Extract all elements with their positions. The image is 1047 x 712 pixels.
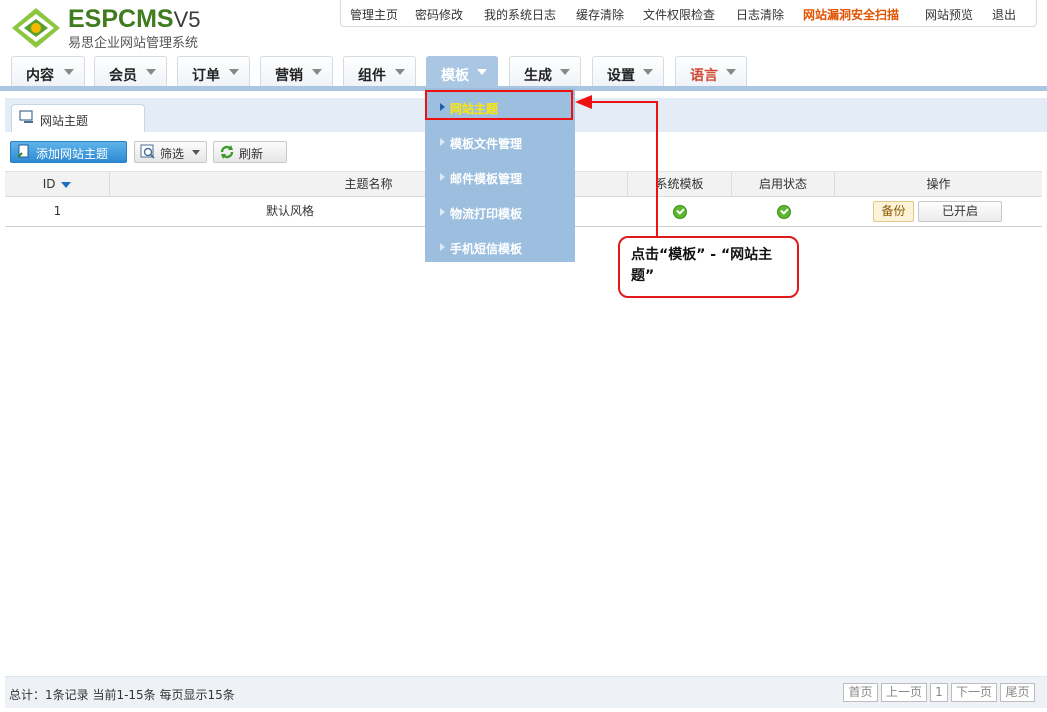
menu-templates[interactable]: 模板 bbox=[426, 56, 498, 88]
first-page-button[interactable]: 首页 bbox=[843, 683, 878, 702]
tab-label: 网站主题 bbox=[40, 114, 89, 128]
topnav-my-log[interactable]: 我的系统日志 bbox=[484, 6, 556, 23]
refresh-icon bbox=[220, 145, 234, 159]
caret-right-icon bbox=[440, 208, 445, 216]
column-actions-label: 操作 bbox=[926, 177, 951, 191]
logo-wordmark: ESPCMSV5 bbox=[68, 5, 201, 33]
check-circle-icon bbox=[776, 204, 791, 219]
menu-members[interactable]: 会员 bbox=[94, 56, 167, 88]
menu-label: 生成 bbox=[524, 68, 552, 84]
filter-label: 筛选 bbox=[160, 147, 185, 161]
dropdown-item-shipping-print[interactable]: 物流打印模板 bbox=[425, 195, 575, 230]
filter-button[interactable]: 筛选 bbox=[134, 141, 207, 163]
menu-label: 设置 bbox=[607, 68, 635, 84]
menu-marketing[interactable]: 营销 bbox=[260, 56, 333, 88]
column-enabled-status-label: 启用状态 bbox=[758, 177, 807, 191]
menu-components[interactable]: 组件 bbox=[343, 56, 416, 88]
dropdown-item-mail-templates[interactable]: 邮件模板管理 bbox=[425, 160, 575, 195]
dropdown-item-sms-templates[interactable]: 手机短信模板 bbox=[425, 230, 575, 265]
menu-label: 语言 bbox=[690, 68, 718, 84]
add-document-icon bbox=[17, 144, 29, 158]
logo-emblem-icon bbox=[12, 8, 60, 48]
menu-label: 营销 bbox=[275, 68, 303, 84]
menu-content[interactable]: 内容 bbox=[11, 56, 85, 88]
check-circle-icon bbox=[673, 204, 687, 219]
column-enabled-status: 启用状态 bbox=[732, 172, 835, 197]
column-system-template: 系统模板 bbox=[628, 172, 732, 197]
dropdown-item-label: 物流打印模板 bbox=[450, 207, 523, 221]
caret-right-icon bbox=[440, 173, 445, 181]
add-theme-label: 添加网站主题 bbox=[36, 147, 109, 161]
menu-orders[interactable]: 订单 bbox=[177, 56, 250, 88]
logo-subtitle: 易思企业网站管理系统 bbox=[68, 36, 199, 51]
topnav-site-preview[interactable]: 网站预览 bbox=[925, 6, 973, 23]
menu-label: 内容 bbox=[26, 68, 54, 84]
column-theme-name-label: 主题名称 bbox=[344, 177, 393, 191]
logo: ESPCMSV5 易思企业网站管理系统 bbox=[10, 4, 230, 51]
sort-down-icon bbox=[61, 181, 72, 188]
chevron-down-icon bbox=[146, 69, 156, 75]
menu-generate[interactable]: 生成 bbox=[509, 56, 581, 88]
menu-settings[interactable]: 设置 bbox=[592, 56, 664, 88]
chevron-down-icon bbox=[229, 69, 239, 75]
column-id-label: ID bbox=[42, 177, 56, 191]
cell-theme-name: 默认风格 bbox=[265, 204, 314, 218]
topnav-security-scan[interactable]: 网站漏洞安全扫描 bbox=[803, 6, 899, 23]
chevron-down-icon bbox=[312, 69, 322, 75]
cell-id: 1 bbox=[53, 204, 62, 218]
caret-right-icon bbox=[440, 138, 445, 146]
refresh-label: 刷新 bbox=[239, 147, 264, 161]
tab-site-theme[interactable]: 网站主题 bbox=[11, 104, 145, 132]
chevron-down-icon bbox=[477, 69, 487, 75]
column-actions: 操作 bbox=[835, 172, 1042, 197]
monitor-icon bbox=[19, 110, 33, 123]
menu-label: 会员 bbox=[109, 68, 137, 84]
topnav-clear-log[interactable]: 日志清除 bbox=[736, 6, 784, 23]
menu-label: 组件 bbox=[358, 68, 386, 84]
menu-label: 模板 bbox=[441, 68, 469, 84]
annotation-callout: 点击“模板” - “网站主题” bbox=[618, 236, 799, 298]
chevron-down-icon bbox=[726, 69, 736, 75]
chevron-down-icon bbox=[64, 69, 74, 75]
dropdown-item-label: 邮件模板管理 bbox=[450, 172, 523, 186]
dropdown-item-label: 手机短信模板 bbox=[450, 242, 523, 256]
menu-label: 订单 bbox=[192, 68, 220, 84]
enabled-status-button[interactable]: 已开启 bbox=[918, 201, 1002, 222]
dropdown-item-template-files[interactable]: 模板文件管理 bbox=[425, 125, 575, 160]
annotation-highlight-box bbox=[425, 90, 573, 120]
topnav-permission-check[interactable]: 文件权限检查 bbox=[643, 6, 715, 23]
dropdown-item-label: 模板文件管理 bbox=[450, 137, 523, 151]
annotation-text: 点击“模板” - “网站主题” bbox=[631, 247, 773, 284]
record-summary: 总计：1条记录 当前1-15条 每页显示15条 bbox=[9, 688, 235, 702]
chevron-down-icon bbox=[560, 69, 570, 75]
add-theme-button[interactable]: 添加网站主题 bbox=[10, 141, 127, 163]
backup-button[interactable]: 备份 bbox=[873, 201, 914, 222]
column-id[interactable]: ID bbox=[5, 172, 110, 197]
chevron-down-icon bbox=[643, 69, 653, 75]
prev-page-button[interactable]: 上一页 bbox=[881, 683, 927, 702]
refresh-button[interactable]: 刷新 bbox=[213, 141, 287, 163]
topnav-change-password[interactable]: 密码修改 bbox=[415, 6, 463, 23]
cell-system-template bbox=[628, 197, 732, 226]
footer-pagination: 总计：1条记录 当前1-15条 每页显示15条 首页 上一页 1 下一页 尾页 bbox=[5, 676, 1047, 708]
topnav-clear-cache[interactable]: 缓存清除 bbox=[576, 6, 624, 23]
main-menu: 内容 会员 订单 营销 组件 模板 生成 设置 语言 bbox=[0, 54, 1047, 92]
filter-search-icon bbox=[140, 144, 155, 159]
last-page-button[interactable]: 尾页 bbox=[1000, 683, 1035, 702]
column-system-template-label: 系统模板 bbox=[655, 177, 704, 191]
page-number-button[interactable]: 1 bbox=[930, 683, 948, 702]
top-navigation: 管理主页 密码修改 我的系统日志 缓存清除 文件权限检查 日志清除 网站漏洞安全… bbox=[340, 0, 1037, 27]
menu-language[interactable]: 语言 bbox=[675, 56, 747, 88]
caret-right-icon bbox=[440, 243, 445, 251]
chevron-down-icon bbox=[395, 69, 405, 75]
cell-enabled-status bbox=[732, 197, 835, 226]
next-page-button[interactable]: 下一页 bbox=[951, 683, 997, 702]
topnav-home[interactable]: 管理主页 bbox=[350, 6, 398, 23]
chevron-down-icon bbox=[192, 150, 200, 155]
topnav-logout[interactable]: 退出 bbox=[992, 6, 1016, 23]
